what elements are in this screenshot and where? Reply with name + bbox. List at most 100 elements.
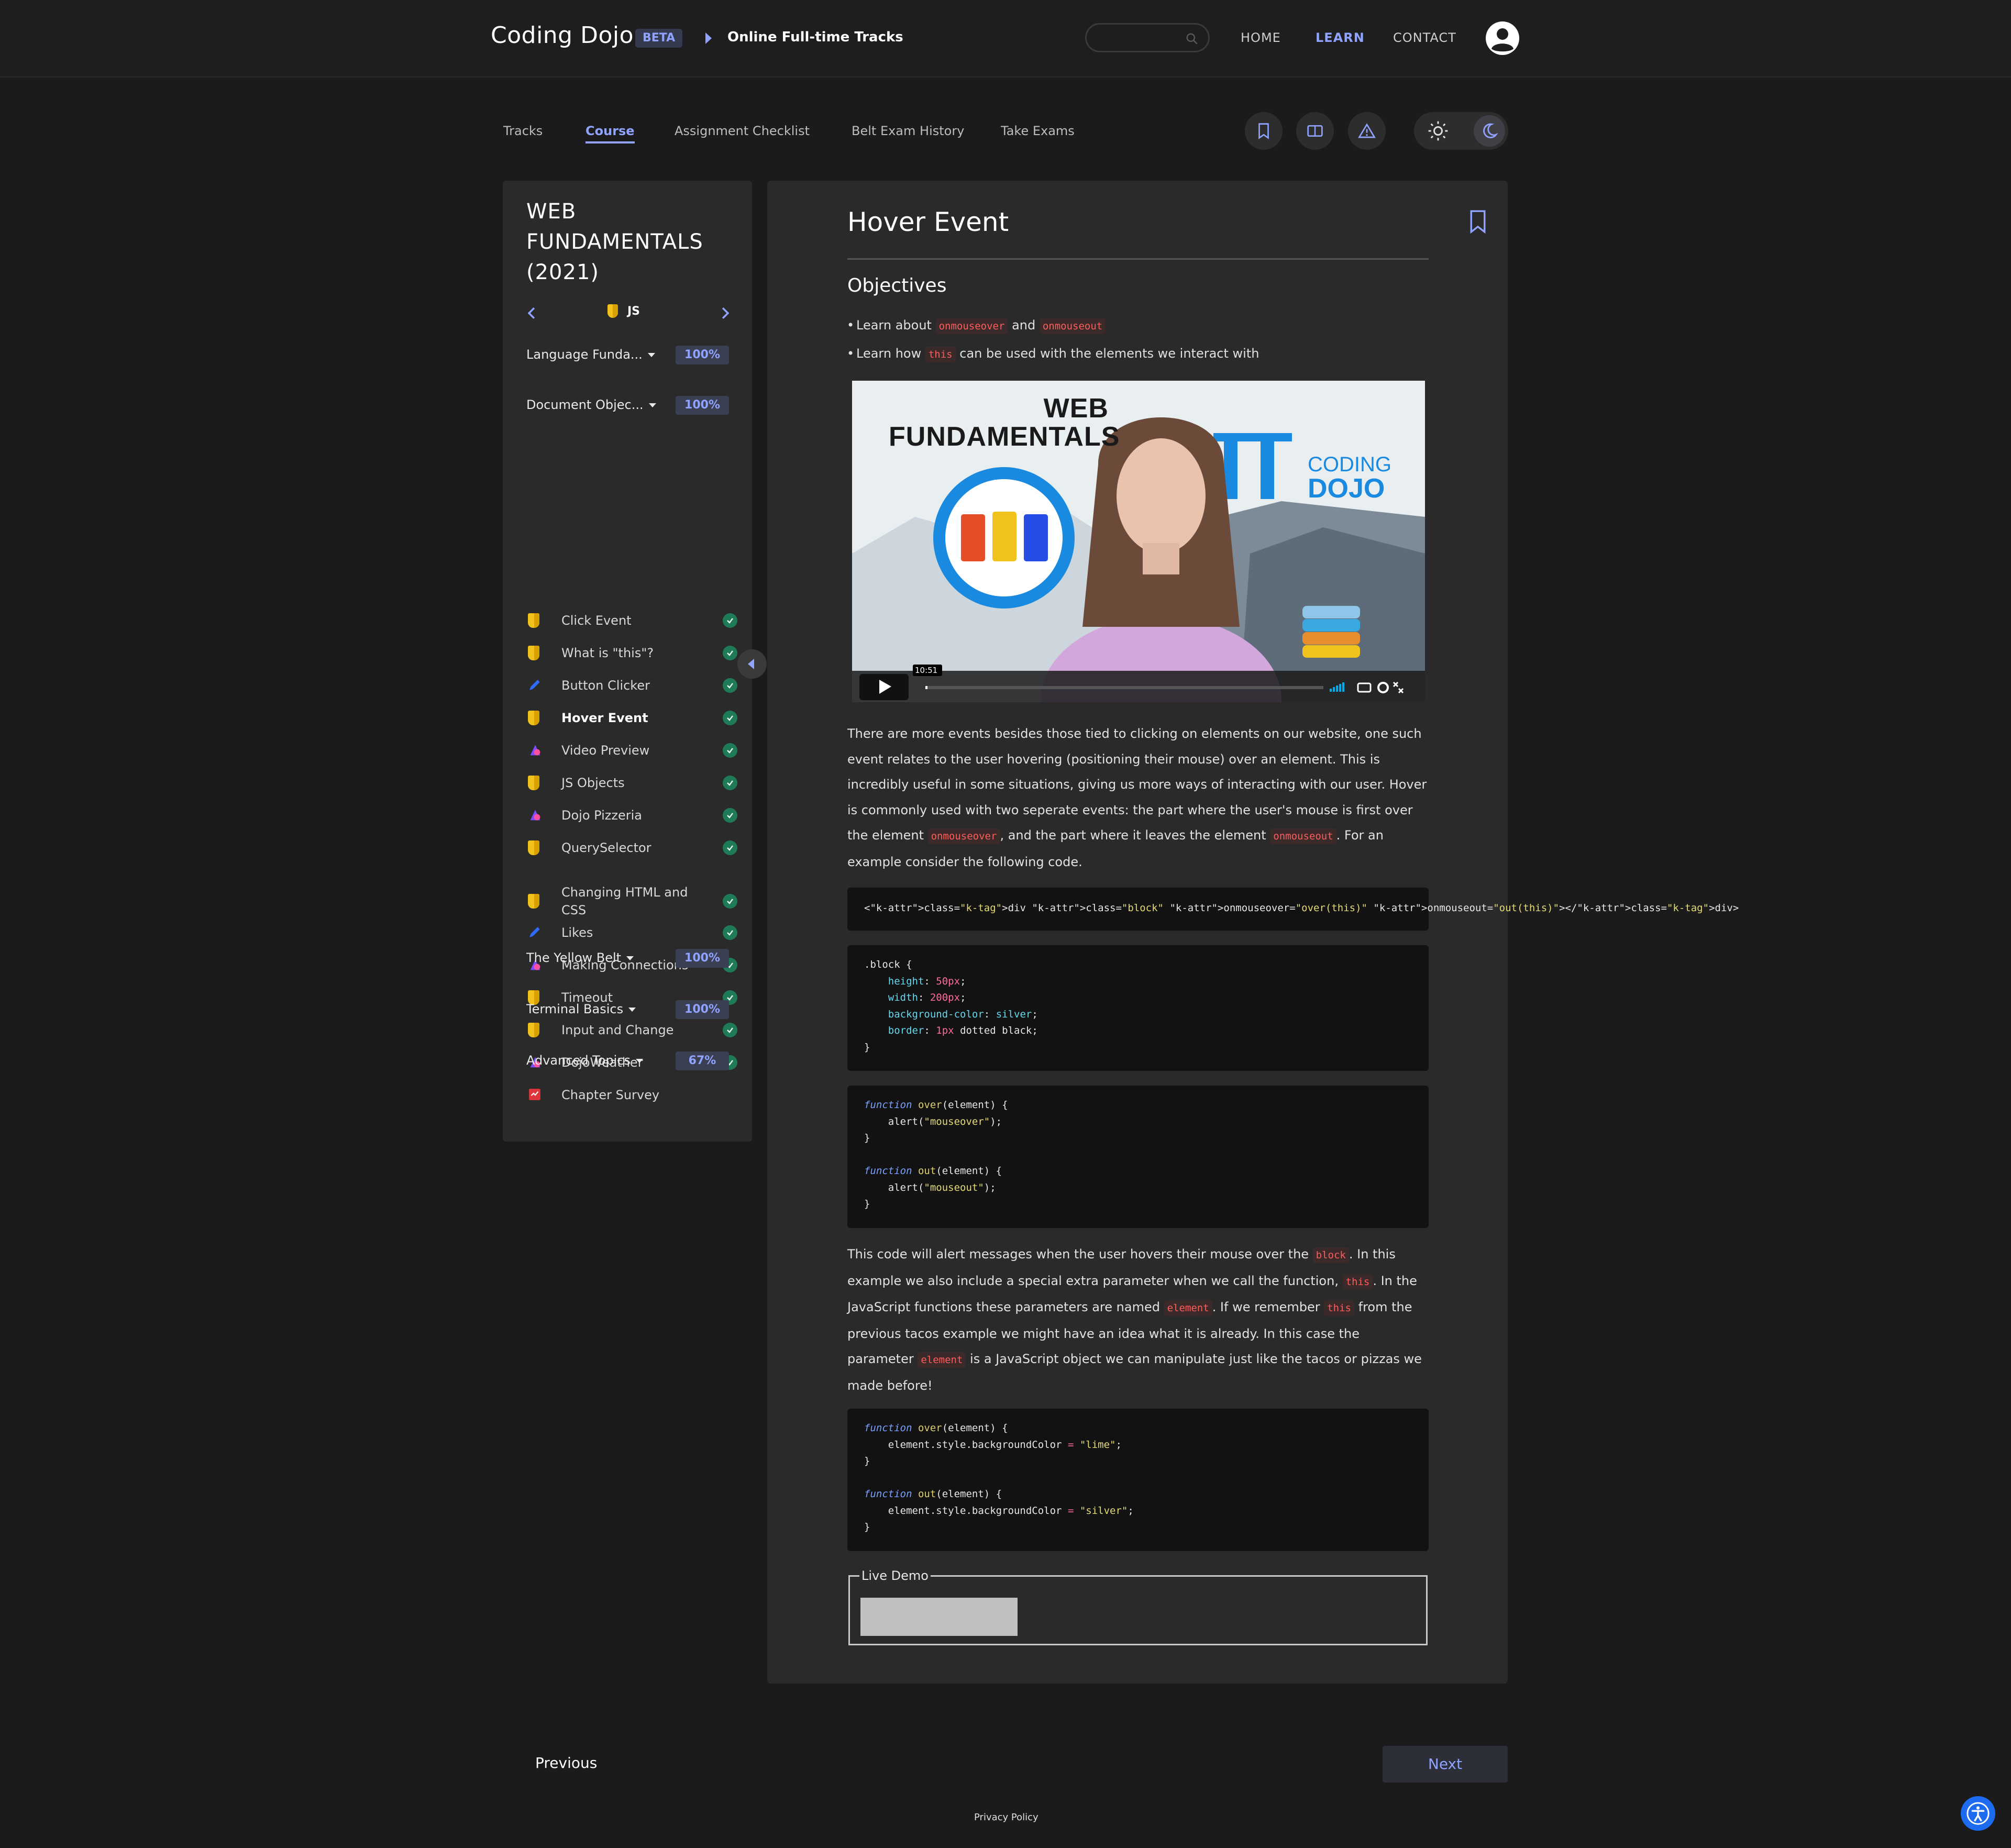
report-issue-button[interactable] [1348, 112, 1386, 150]
code-line: width: 200px; [888, 992, 966, 1003]
code-line: } [864, 1132, 870, 1144]
sidebar-item[interactable]: Changing HTML and CSS [528, 880, 737, 922]
code-line: function out(element) { [864, 1165, 1002, 1177]
inline-code: onmouseover [935, 318, 1008, 334]
demo-hover-block[interactable] [860, 1598, 1018, 1636]
lesson-paragraph: There are more events besides those tied… [847, 721, 1429, 875]
user-avatar-icon[interactable] [1485, 21, 1520, 56]
tab-belt-exam-history[interactable]: Belt Exam History [852, 124, 964, 138]
section-label: Advanced Topics [526, 1053, 631, 1068]
check-icon [723, 840, 737, 855]
section-document-object-model[interactable]: Document Objec... [526, 397, 656, 412]
course-title: WEB FUNDAMENTALS (2021) [526, 200, 703, 284]
js-icon [528, 1023, 539, 1037]
sidebar-item[interactable]: Video Preview [528, 740, 737, 761]
tab-assignment-checklist[interactable]: Assignment Checklist [675, 124, 810, 138]
search-input[interactable] [1085, 23, 1210, 52]
sidebar-item-label: Dojo Pizzeria [561, 808, 642, 823]
chevron-left-icon[interactable] [526, 306, 537, 320]
breadcrumb[interactable]: Online Full-time Tracks [727, 29, 903, 45]
check-icon [723, 808, 737, 823]
sidebar-item[interactable]: Likes [528, 922, 737, 943]
check-icon [723, 678, 737, 693]
nav-contact[interactable]: CONTACT [1393, 30, 1456, 45]
inline-code: onmouseover [927, 828, 1000, 844]
objective-text: Learn about [856, 318, 936, 333]
section-label: Terminal Basics [526, 1002, 624, 1016]
tab-course[interactable]: Course [585, 124, 635, 143]
section-yellow-belt[interactable]: The Yellow Belt [526, 950, 634, 965]
nav-learn[interactable]: LEARN [1316, 30, 1365, 45]
inline-code: this [1324, 1300, 1354, 1316]
privacy-policy-link[interactable]: Privacy Policy [974, 1812, 1038, 1823]
video-banner-logo-1: CODING [1308, 453, 1391, 476]
theme-toggle[interactable] [1414, 112, 1508, 150]
inline-code: element [918, 1352, 966, 1368]
video-player[interactable]: WEB FUNDAMENTALS CODING DOJO 10:51 [852, 381, 1425, 702]
rocket-icon [528, 808, 540, 823]
inline-code: this [925, 347, 956, 362]
code-line: background-color: silver; [888, 1008, 1038, 1020]
chevron-right-icon[interactable] [720, 306, 731, 320]
sidebar-item-label: Button Clicker [561, 678, 650, 693]
previous-button[interactable]: Previous [535, 1754, 597, 1772]
sun-icon[interactable] [1428, 120, 1449, 141]
subsection-selector[interactable]: JS [607, 304, 640, 318]
tab-tracks[interactable]: Tracks [503, 124, 543, 138]
code-line: border: 1px dotted black; [888, 1025, 1038, 1036]
brand-logo[interactable]: Coding Dojo [491, 22, 634, 49]
sidebar-item[interactable]: Dojo Pizzeria [528, 805, 737, 826]
caret-down-icon [626, 956, 634, 960]
sidebar-item-label: Chapter Survey [561, 1088, 660, 1102]
inline-code: onmouseout [1270, 828, 1336, 844]
tab-take-exams[interactable]: Take Exams [1001, 124, 1075, 138]
code-block-html: <"k-attr">class="k-tag">div "k-attr">cla… [847, 888, 1739, 931]
code-line: alert("mouseout"); [864, 1181, 996, 1193]
sidebar-item[interactable]: JS Objects [528, 772, 737, 793]
next-button[interactable]: Next [1383, 1746, 1508, 1783]
paragraph-text: , and the part where it leaves the eleme… [1000, 828, 1270, 843]
objectives-heading: Objectives [847, 275, 947, 296]
sidebar-item[interactable]: Click Event [528, 610, 737, 631]
bookmark-icon [1258, 123, 1269, 139]
video-banner-logo-2: DOJO [1308, 473, 1385, 504]
section-label: The Yellow Belt [526, 950, 622, 965]
paragraph-text: There are more events besides those tied… [847, 726, 1427, 843]
section-advanced-topics[interactable]: Advanced Topics [526, 1053, 644, 1068]
section-terminal-basics[interactable]: Terminal Basics [526, 1002, 636, 1016]
sidebar-item-label: What is "this"? [561, 646, 654, 660]
check-icon [723, 776, 737, 790]
live-demo-fieldset: Live Demo [848, 1568, 1428, 1645]
section-language-fundamentals[interactable]: Language Funda... [526, 347, 655, 362]
js-icon [528, 894, 539, 909]
bookmark-lesson-icon[interactable] [1469, 209, 1487, 234]
objective-text: Learn how [856, 346, 925, 361]
caret-down-icon [636, 1059, 644, 1063]
pencil-icon [528, 925, 540, 940]
moon-icon[interactable] [1474, 115, 1505, 147]
check-icon [723, 743, 737, 758]
code-line: element.style.backgroundColor = "lime"; [864, 1438, 1122, 1451]
check-icon [723, 711, 737, 725]
sidebar-item[interactable]: Hover Event [528, 707, 737, 728]
sidebar-collapse-button[interactable] [737, 649, 767, 679]
sidebar-item[interactable]: QuerySelector [528, 837, 737, 858]
course-sidebar: WEB FUNDAMENTALS (2021) JS Language Fund… [503, 181, 752, 1142]
bookmarks-button[interactable] [1245, 112, 1283, 150]
sidebar-item[interactable]: Chapter Survey [528, 1085, 737, 1105]
inline-code: onmouseout [1039, 318, 1106, 334]
survey-icon [528, 1088, 540, 1102]
code-line: function over(element) { [864, 1422, 1008, 1434]
sidebar-item-label: Hover Event [561, 711, 648, 725]
sidebar-item-label: Video Preview [561, 743, 650, 758]
notes-button[interactable] [1296, 112, 1334, 150]
sidebar-item[interactable]: What is "this"? [528, 643, 737, 663]
inline-code: element [1164, 1300, 1212, 1316]
nav-home[interactable]: HOME [1241, 30, 1281, 45]
sidebar-item[interactable]: Button Clicker [528, 675, 737, 696]
accessibility-button[interactable] [1961, 1796, 1995, 1831]
inline-code: block [1312, 1247, 1349, 1263]
title-divider [847, 258, 1429, 260]
sidebar-item[interactable]: Input and Change [528, 1020, 737, 1041]
